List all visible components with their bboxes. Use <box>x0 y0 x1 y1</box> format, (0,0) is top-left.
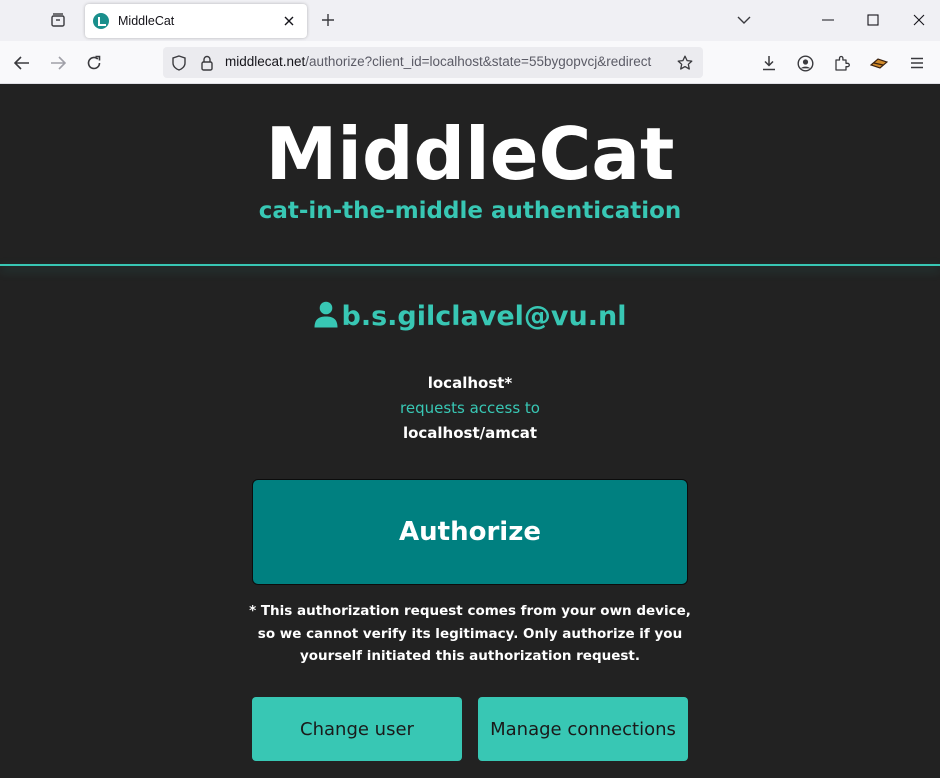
forward-icon[interactable] <box>46 52 70 74</box>
user-email: b.s.gilclavel@vu.nl <box>341 301 627 332</box>
header: MiddleCat cat-in-the-middle authenticati… <box>0 84 940 265</box>
tab-overflow-icon[interactable] <box>734 10 754 30</box>
extensions-icon[interactable] <box>831 52 853 74</box>
app-title: MiddleCat <box>265 112 675 196</box>
menu-icon[interactable] <box>906 52 928 74</box>
authorize-button[interactable]: Authorize <box>252 479 688 585</box>
current-user: b.s.gilclavel@vu.nl <box>0 301 940 332</box>
browser-nav-bar: middlecat.net/authorize?client_id=localh… <box>0 41 940 84</box>
bookmark-star-icon[interactable] <box>675 53 695 73</box>
header-divider <box>0 264 940 266</box>
favicon-icon <box>93 13 109 29</box>
manage-connections-button[interactable]: Manage connections <box>478 697 688 761</box>
page: MiddleCat cat-in-the-middle authenticati… <box>0 84 940 778</box>
back-icon[interactable] <box>10 52 34 74</box>
extension-icon[interactable] <box>868 52 890 74</box>
url-path: /authorize?client_id=localhost&state=55b… <box>305 54 652 69</box>
change-user-button[interactable]: Change user <box>252 697 462 761</box>
tracking-protection-icon[interactable] <box>169 53 189 73</box>
requested-resource: localhost/amcat <box>402 424 538 442</box>
user-icon <box>314 301 338 332</box>
lock-icon[interactable] <box>197 53 217 73</box>
client-name: localhost* <box>427 374 513 392</box>
authorization-warning: * This authorization request comes from … <box>249 603 691 664</box>
tab-title: MiddleCat <box>118 14 175 28</box>
reload-icon[interactable] <box>82 52 106 74</box>
close-window-icon[interactable] <box>907 10 931 30</box>
downloads-icon[interactable] <box>758 52 780 74</box>
minimize-icon[interactable] <box>816 10 840 30</box>
browser-tab[interactable]: MiddleCat <box>85 4 307 38</box>
url-text[interactable]: middlecat.net/authorize?client_id=localh… <box>225 54 669 69</box>
account-icon[interactable] <box>794 52 816 74</box>
url-host: middlecat.net <box>225 54 306 69</box>
browser-tab-bar: MiddleCat <box>0 0 940 41</box>
new-tab-icon[interactable] <box>317 10 339 30</box>
close-tab-icon[interactable] <box>279 11 299 31</box>
maximize-icon[interactable] <box>861 10 885 30</box>
url-bar[interactable]: middlecat.net/authorize?client_id=localh… <box>163 47 703 78</box>
request-verb: requests access to <box>400 399 540 417</box>
tab-list-icon[interactable] <box>46 10 70 30</box>
app-tagline: cat-in-the-middle authentication <box>258 198 682 224</box>
